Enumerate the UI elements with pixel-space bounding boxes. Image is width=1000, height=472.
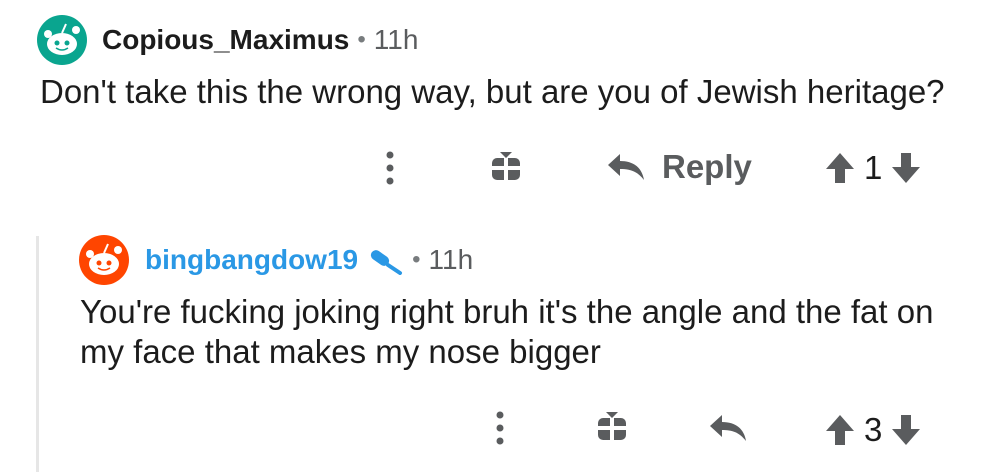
- avatar[interactable]: [78, 234, 130, 286]
- more-icon: [386, 151, 394, 185]
- downvote-icon[interactable]: [890, 413, 922, 447]
- reply-icon: [710, 415, 746, 441]
- timestamp: 11h: [373, 24, 419, 55]
- reply-label: Reply: [662, 148, 752, 185]
- award-button[interactable]: [488, 148, 524, 184]
- separator-dot: •: [412, 246, 421, 273]
- comment-header: Copious_Maximus • 11h: [102, 22, 418, 58]
- snoo-avatar-icon: [79, 235, 129, 285]
- award-button[interactable]: [594, 408, 630, 444]
- comment-header: bingbangdow19 • 11h: [145, 242, 473, 278]
- comment-body: Don't take this the wrong way, but are y…: [40, 73, 945, 110]
- award-icon: [492, 152, 520, 180]
- snoo-avatar-icon: [37, 15, 87, 65]
- reply-icon: [608, 154, 644, 180]
- more-options-button[interactable]: [488, 410, 512, 446]
- vote-count: 3: [864, 411, 883, 448]
- reply-button[interactable]: [708, 410, 748, 446]
- award-icon: [598, 412, 626, 440]
- downvote-icon[interactable]: [890, 151, 922, 185]
- timestamp: 11h: [428, 244, 474, 275]
- more-icon: [496, 411, 504, 445]
- comment-body: You're fucking joking right bruh it's th…: [80, 293, 934, 370]
- username[interactable]: Copious_Maximus: [102, 24, 349, 56]
- username[interactable]: bingbangdow19: [145, 244, 358, 276]
- separator-dot: •: [357, 26, 366, 53]
- upvote-icon[interactable]: [824, 151, 856, 185]
- avatar[interactable]: [36, 14, 88, 66]
- more-options-button[interactable]: [378, 150, 402, 186]
- reply-button[interactable]: Reply: [606, 146, 752, 188]
- upvote-icon[interactable]: [824, 413, 856, 447]
- vote-controls: 3: [824, 410, 922, 450]
- vote-count: 1: [864, 149, 883, 186]
- vote-controls: 1: [824, 148, 922, 188]
- comment: Copious_Maximus • 11h Don't take this th…: [0, 0, 1000, 210]
- mic-icon: [368, 245, 404, 275]
